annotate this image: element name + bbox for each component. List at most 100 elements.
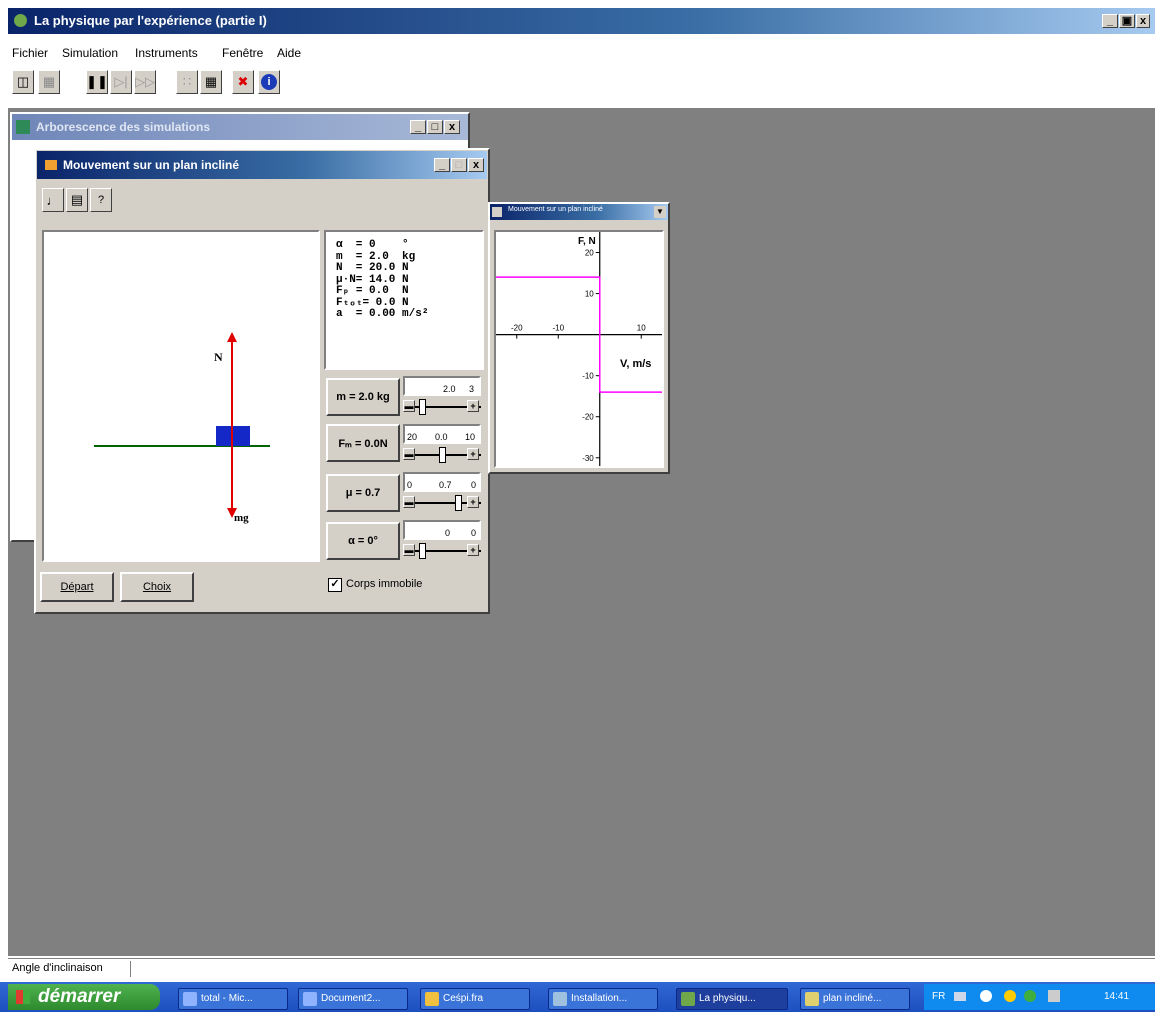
menu-instruments[interactable]: Instruments <box>135 46 198 60</box>
sound-icon[interactable]: ♩ <box>42 188 64 212</box>
tray-messenger-icon[interactable] <box>1024 990 1036 1002</box>
graph-y-tick-label: 20 <box>585 249 594 258</box>
tree-minimize-icon[interactable]: _ <box>410 120 426 134</box>
force-slider[interactable]: ▬ + <box>403 447 481 470</box>
mass-slider[interactable]: ▬ + <box>403 399 481 422</box>
grid-icon[interactable]: ∷ <box>176 70 198 94</box>
start-button-taskbar[interactable]: démarrer <box>8 984 160 1010</box>
immobile-checkbox[interactable]: ✓ <box>328 578 342 592</box>
readout-normal: N = 20.0 N <box>336 262 409 274</box>
start-button[interactable]: Départ <box>40 572 114 602</box>
sim-window-icon <box>45 160 57 170</box>
angle-scale-dial: 0 0 <box>403 520 481 540</box>
system-tray: FR 14:41 <box>924 984 1155 1010</box>
mass-scale-mid: 2.0 <box>443 384 456 394</box>
graph-y-tick-label: 10 <box>585 290 594 299</box>
choice-button[interactable]: Choix <box>120 572 194 602</box>
graph-x-tick-label: 10 <box>637 324 646 333</box>
angle-slider-thumb[interactable] <box>419 543 426 559</box>
properties-icon[interactable]: ▦ <box>38 70 60 94</box>
normal-force-arrowhead <box>227 332 237 342</box>
layout-icon[interactable]: ▦ <box>200 70 222 94</box>
help-icon[interactable]: ? <box>90 188 112 212</box>
task-item-3[interactable]: Ceśpi.fra <box>420 988 530 1010</box>
fast-forward-icon[interactable]: ▷▷ <box>134 70 156 94</box>
menu-fichier[interactable]: Fichier <box>12 46 48 60</box>
close-icon[interactable]: x <box>1136 14 1150 28</box>
force-slider-minus-icon[interactable]: ▬ <box>403 448 415 460</box>
status-text: Angle d'inclinaison <box>12 962 103 974</box>
readout-panel: α = 0 ° m = 2.0 kg N = 20.0 N μ·N= 14.0 … <box>324 230 484 370</box>
sim-close-icon[interactable]: x <box>468 158 484 172</box>
tree-maximize-icon[interactable]: □ <box>427 120 443 134</box>
document-task-icon <box>805 992 819 1006</box>
task-item-6[interactable]: plan incliné... <box>800 988 910 1010</box>
mass-slider-minus-icon[interactable]: ▬ <box>403 400 415 412</box>
friction-scale-max: 0 <box>471 480 477 490</box>
param-friction-box: μ = 0.7 <box>326 474 400 512</box>
no-trace-icon[interactable]: ✖ <box>232 70 254 94</box>
app-titlebar: La physique par l'expérience (partie I) <box>8 8 1155 34</box>
app-title: La physique par l'expérience (partie I) <box>34 13 267 28</box>
friction-slider-plus-icon[interactable]: + <box>467 496 479 508</box>
menu-fenetre[interactable]: Fenêtre <box>222 46 263 60</box>
tree-window-icon <box>16 120 30 134</box>
graph-window-dropdown-icon[interactable]: ▼ <box>654 206 666 218</box>
friction-scale-mid: 0.7 <box>439 480 452 490</box>
readout-alpha: α = 0 ° <box>336 239 409 251</box>
mass-scale: 2.0 3 ▬ + <box>403 376 483 416</box>
task-item-4[interactable]: Installation... <box>548 988 658 1010</box>
menu-simulation[interactable]: Simulation <box>62 46 118 60</box>
tray-language[interactable]: FR <box>932 991 945 1002</box>
force-scale-min: 20 <box>407 432 418 442</box>
friction-slider[interactable]: ▬ + <box>403 495 481 518</box>
task-item-5[interactable]: La physiqu... <box>676 988 788 1010</box>
document-icon[interactable]: ▤ <box>66 188 88 212</box>
status-divider <box>130 961 131 977</box>
menu-aide[interactable]: Aide <box>277 46 301 60</box>
minimize-icon[interactable]: _ <box>1102 14 1118 28</box>
tree-view-icon[interactable]: ◫ <box>12 70 34 94</box>
friction-slider-thumb[interactable] <box>455 495 462 511</box>
task-item-1-label: total - Mic... <box>201 993 253 1004</box>
param-friction-label: μ = 0.7 <box>345 487 381 499</box>
sim-window-titlebar: Mouvement sur un plan incliné <box>37 151 487 179</box>
param-mass-box: m = 2.0 kg <box>326 378 400 416</box>
word-icon-2 <box>303 992 317 1006</box>
force-slider-thumb[interactable] <box>439 447 446 463</box>
param-force-label: Fₘ = 0.0N <box>338 438 388 450</box>
angle-scale-mid: 0 <box>445 528 451 538</box>
sim-maximize-icon[interactable]: □ <box>451 158 467 172</box>
graph-window-menu-icon[interactable] <box>492 207 502 217</box>
param-force-box: Fₘ = 0.0N <box>326 424 400 462</box>
param-angle-box: α = 0° <box>326 522 400 560</box>
mass-slider-plus-icon[interactable]: + <box>467 400 479 412</box>
force-slider-plus-icon[interactable]: + <box>467 448 479 460</box>
tree-close-icon[interactable]: x <box>444 120 460 134</box>
friction-slider-minus-icon[interactable]: ▬ <box>403 496 415 508</box>
force-scale-max: 10 <box>465 432 476 442</box>
tray-keyboard-icon[interactable] <box>954 992 966 1001</box>
graph-y-tick-label: -20 <box>582 413 594 422</box>
angle-slider-minus-icon[interactable]: ▬ <box>403 544 415 556</box>
sim-minimize-icon[interactable]: _ <box>434 158 450 172</box>
param-mass-label: m = 2.0 kg <box>336 391 390 403</box>
info-icon[interactable]: i <box>258 70 280 94</box>
tray-network-icon[interactable] <box>980 990 992 1002</box>
step-icon[interactable]: ▷| <box>110 70 132 94</box>
graph-y-label: F, N <box>578 236 596 247</box>
pause-icon[interactable]: ❚❚ <box>86 70 108 94</box>
task-item-2[interactable]: Document2... <box>298 988 408 1010</box>
installer-icon <box>553 992 567 1006</box>
restore-icon[interactable]: ▣ <box>1119 14 1135 28</box>
graph-canvas: 20 10 -10 -20 -30 -20 -10 10 F, N V, m/s <box>494 230 664 468</box>
graph-x-tick-label: -20 <box>511 324 523 333</box>
tray-security-icon[interactable] <box>1004 990 1016 1002</box>
angle-slider-plus-icon[interactable]: + <box>467 544 479 556</box>
mass-slider-thumb[interactable] <box>419 399 426 415</box>
angle-slider[interactable]: ▬ + <box>403 543 481 566</box>
tray-volume-icon[interactable] <box>1048 990 1060 1002</box>
task-item-4-label: Installation... <box>571 993 628 1004</box>
task-item-1[interactable]: total - Mic... <box>178 988 288 1010</box>
mass-scale-dial: 2.0 3 <box>403 376 481 396</box>
